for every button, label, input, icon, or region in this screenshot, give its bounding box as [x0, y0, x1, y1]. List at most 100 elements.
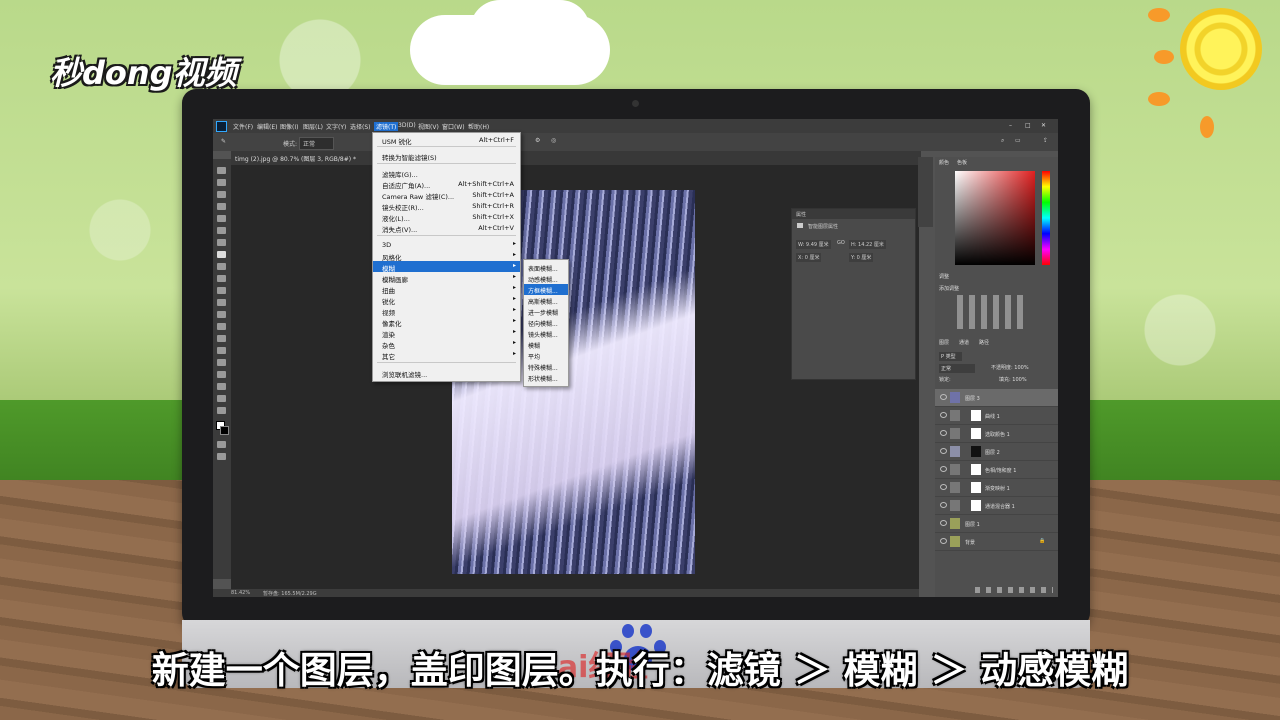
layer-row[interactable]: 背景 🔒 [935, 533, 1058, 551]
menu-item-video[interactable]: 视频 ▸ [373, 305, 520, 317]
screen-mode-icon[interactable] [217, 453, 226, 460]
layer-row[interactable]: 图层 1 [935, 515, 1058, 533]
ps-logo-icon[interactable] [216, 121, 227, 132]
marquee-tool-icon[interactable] [217, 179, 226, 186]
document-tab[interactable]: timg (2).jpg @ 80.7% (图层 3, RGB/8#) * [235, 154, 356, 163]
menu-help[interactable]: 帮助(H) [468, 122, 489, 131]
menu-item-usm-sharpen[interactable]: USM 锐化 Alt+Ctrl+F [373, 134, 520, 146]
menu-item-blur[interactable]: 模糊 ▸ [373, 261, 520, 273]
search-icon[interactable]: ⌕ [1001, 137, 1004, 145]
x-field[interactable]: X: 0 厘米 [796, 253, 822, 262]
menu-item-pixelate[interactable]: 像素化 ▸ [373, 316, 520, 328]
opacity-field[interactable]: 不透明度: 100% [991, 364, 1029, 371]
menu-item-3d[interactable]: 3D ▸ [373, 239, 520, 250]
tab-layers[interactable]: 图层 [939, 339, 949, 346]
menu-image[interactable]: 图像(I) [280, 122, 298, 131]
history-brush-tool-icon[interactable] [217, 275, 226, 282]
hand-tool-icon[interactable] [217, 383, 226, 390]
height-field[interactable]: H: 14.22 厘米 [849, 240, 886, 249]
menu-item-other[interactable]: 其它 ▸ [373, 349, 520, 361]
menu-item-filter-gallery[interactable]: 滤镜库(G)... [373, 167, 520, 179]
fill-field[interactable]: 填充: 100% [999, 376, 1027, 383]
submenu-item-blur[interactable]: 模糊 [524, 339, 568, 350]
path-select-tool-icon[interactable] [217, 359, 226, 366]
brush-tool-icon[interactable] [217, 251, 226, 258]
menu-3d[interactable]: 3D(D) [398, 122, 416, 129]
zoom-status[interactable]: 81.42% [231, 590, 250, 596]
healing-tool-icon[interactable] [217, 239, 226, 246]
menu-filter[interactable]: 滤镜(T) [374, 122, 399, 131]
layer-row[interactable]: 渐变映射 1 [935, 479, 1058, 497]
link-button[interactable]: GO [837, 240, 845, 246]
layer-row[interactable]: 图层 2 [935, 443, 1058, 461]
layer-kind-filter[interactable]: P 类型 [939, 352, 962, 361]
y-field[interactable]: Y: 0 厘米 [849, 253, 874, 262]
visibility-eye-icon[interactable] [940, 484, 947, 490]
tab-channels[interactable]: 通道 [959, 339, 969, 346]
move-tool-icon[interactable] [217, 167, 226, 174]
tab-swatches[interactable]: 色板 [957, 159, 967, 166]
visibility-eye-icon[interactable] [940, 466, 947, 472]
visibility-eye-icon[interactable] [940, 520, 947, 526]
submenu-item-lens-blur[interactable]: 镜头模糊... [524, 328, 568, 339]
pen-tool-icon[interactable] [217, 335, 226, 342]
layer-row[interactable]: 图层 3 [935, 389, 1058, 407]
menu-file[interactable]: 文件(F) [233, 122, 253, 131]
more-tools-icon[interactable] [217, 407, 226, 414]
color-picker-field[interactable] [955, 171, 1035, 265]
menu-item-browse-online-filters[interactable]: 浏览联机滤镜... [373, 367, 520, 379]
quick-mask-icon[interactable] [217, 441, 226, 448]
visibility-eye-icon[interactable] [940, 538, 947, 544]
submenu-item-surface-blur[interactable]: 表面模糊... [524, 262, 568, 273]
doc-status[interactable]: 暂存盘: 165.5M/2.29G [263, 590, 317, 597]
gradient-tool-icon[interactable] [217, 299, 226, 306]
adjustment-icons[interactable] [957, 295, 1027, 329]
submenu-item-motion-blur[interactable]: 动感模糊... [524, 273, 568, 284]
visibility-eye-icon[interactable] [940, 448, 947, 454]
dodge-tool-icon[interactable] [217, 323, 226, 330]
tab-color[interactable]: 颜色 [939, 159, 949, 166]
menu-item-liquify[interactable]: 液化(L)... Shift+Ctrl+X [373, 211, 520, 223]
crop-tool-icon[interactable] [217, 215, 226, 222]
menu-edit[interactable]: 编辑(E) [257, 122, 277, 131]
menu-item-noise[interactable]: 杂色 ▸ [373, 338, 520, 350]
blur-tool-icon[interactable] [217, 311, 226, 318]
menu-item-lens-correction[interactable]: 镜头校正(R)... Shift+Ctrl+R [373, 200, 520, 212]
visibility-eye-icon[interactable] [940, 502, 947, 508]
menu-view[interactable]: 视图(V) [418, 122, 439, 131]
share-icon[interactable]: ⇪ [1043, 137, 1048, 144]
workspace-icon[interactable]: ▭ [1015, 137, 1021, 144]
quick-select-tool-icon[interactable] [217, 203, 226, 210]
layer-row[interactable]: 选取颜色 1 [935, 425, 1058, 443]
eraser-tool-icon[interactable] [217, 287, 226, 294]
mode-select[interactable]: 正常 [299, 137, 335, 150]
submenu-item-box-blur[interactable]: 方框模糊... [524, 284, 568, 295]
minimize-icon[interactable]: – [1009, 122, 1012, 129]
menu-select[interactable]: 选择(S) [350, 122, 371, 131]
menu-window[interactable]: 窗口(W) [442, 122, 465, 131]
menu-item-blur-gallery[interactable]: 模糊画廊 ▸ [373, 272, 520, 284]
layers-footer-icons[interactable] [975, 587, 1053, 593]
width-field[interactable]: W: 9.49 厘米 [796, 240, 831, 249]
shape-tool-icon[interactable] [217, 371, 226, 378]
menu-type[interactable]: 文字(Y) [326, 122, 346, 131]
menu-item-adaptive-wide-angle[interactable]: 自适应广角(A)... Alt+Shift+Ctrl+A [373, 178, 520, 190]
menu-item-camera-raw[interactable]: Camera Raw 滤镜(C)... Shift+Ctrl+A [373, 189, 520, 201]
blend-mode-select[interactable]: 正常 [939, 364, 976, 373]
visibility-eye-icon[interactable] [940, 394, 947, 400]
zoom-tool-icon[interactable] [217, 395, 226, 402]
submenu-item-blur-more[interactable]: 进一步模糊 [524, 306, 568, 317]
menu-item-stylize[interactable]: 风格化 ▸ [373, 250, 520, 262]
submenu-item-radial-blur[interactable]: 径向模糊... [524, 317, 568, 328]
type-tool-icon[interactable] [217, 347, 226, 354]
menu-item-convert-smart-filter[interactable]: 转换为智能滤镜(S) [373, 150, 520, 162]
hue-slider[interactable] [1042, 171, 1050, 265]
submenu-item-gaussian-blur[interactable]: 高斯模糊... [524, 295, 568, 306]
submenu-item-average[interactable]: 平均 [524, 350, 568, 361]
eyedropper-tool-icon[interactable] [217, 227, 226, 234]
layer-row[interactable]: 通道混合器 1 [935, 497, 1058, 515]
menu-item-vanishing-point[interactable]: 消失点(V)... Alt+Ctrl+V [373, 222, 520, 234]
submenu-item-shape-blur[interactable]: 形状模糊... [524, 372, 568, 383]
menu-item-distort[interactable]: 扭曲 ▸ [373, 283, 520, 295]
pressure-icon[interactable]: ◎ [551, 137, 556, 144]
